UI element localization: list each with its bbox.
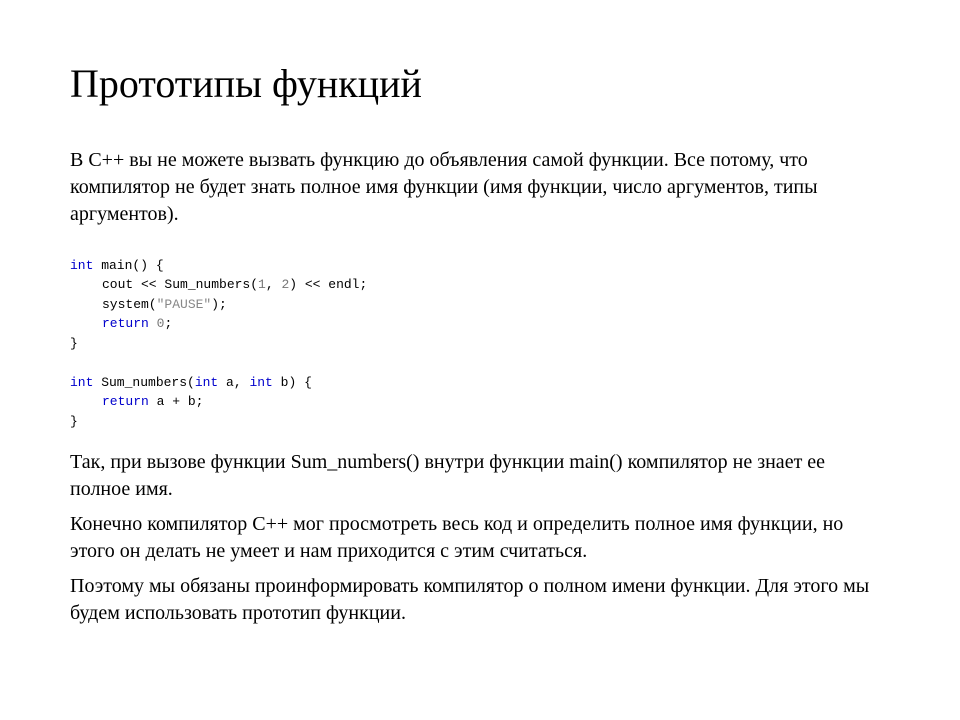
- code-text: }: [70, 336, 78, 351]
- code-keyword: return: [102, 394, 149, 409]
- explanation-paragraph-3: Поэтому мы обязаны проинформировать комп…: [70, 573, 890, 627]
- code-example: int main() { cout << Sum_numbers(1, 2) <…: [70, 236, 890, 431]
- code-keyword: int: [70, 258, 93, 273]
- code-text: cout << Sum_numbers(: [102, 277, 258, 292]
- code-text: ) << endl;: [289, 277, 367, 292]
- intro-paragraph: В C++ вы не можете вызвать функцию до об…: [70, 147, 890, 228]
- code-text: ,: [266, 277, 282, 292]
- code-text: [149, 316, 157, 331]
- page-title: Прототипы функций: [70, 60, 890, 107]
- code-text: }: [70, 414, 78, 429]
- code-text: a,: [218, 375, 249, 390]
- explanation-paragraph-1: Так, при вызове функции Sum_numbers() вн…: [70, 449, 890, 503]
- explanation-paragraph-2: Конечно компилятор C++ мог просмотреть в…: [70, 511, 890, 565]
- code-string: "PAUSE": [157, 297, 212, 312]
- code-keyword: int: [195, 375, 218, 390]
- code-keyword: int: [70, 375, 93, 390]
- code-text: main() {: [93, 258, 163, 273]
- code-number: 1: [258, 277, 266, 292]
- code-keyword: int: [249, 375, 272, 390]
- code-text: );: [211, 297, 227, 312]
- code-text: system(: [102, 297, 157, 312]
- code-text: Sum_numbers(: [93, 375, 194, 390]
- code-text: a + b;: [149, 394, 204, 409]
- code-text: ;: [164, 316, 172, 331]
- code-text: b) {: [273, 375, 312, 390]
- code-keyword: return: [102, 316, 149, 331]
